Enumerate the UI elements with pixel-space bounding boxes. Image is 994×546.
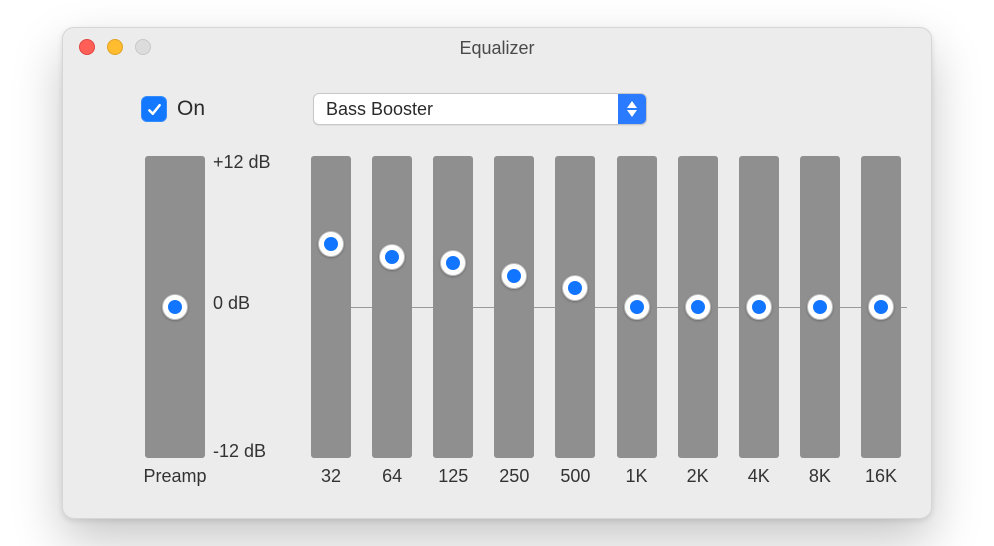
bands: 32 64 125 bbox=[311, 156, 901, 494]
band-knob[interactable] bbox=[746, 294, 772, 320]
band-label: 4K bbox=[748, 458, 770, 494]
band-4k: 4K bbox=[739, 156, 779, 494]
band-knob[interactable] bbox=[440, 250, 466, 276]
band-500: 500 bbox=[555, 156, 595, 494]
preamp-column: Preamp bbox=[145, 156, 205, 494]
titlebar: Equalizer bbox=[63, 28, 931, 68]
window-controls bbox=[79, 39, 151, 55]
band-1k: 1K bbox=[617, 156, 657, 494]
minimize-icon[interactable] bbox=[107, 39, 123, 55]
slider-area: +12 dB 0 dB -12 dB Preamp 32 bbox=[123, 156, 901, 494]
band-knob[interactable] bbox=[562, 275, 588, 301]
close-icon[interactable] bbox=[79, 39, 95, 55]
band-label: 500 bbox=[560, 458, 590, 494]
zoom-icon[interactable] bbox=[135, 39, 151, 55]
band-slider[interactable] bbox=[433, 156, 473, 458]
equalizer-window: Equalizer On Bass Booster +12 dB bbox=[62, 27, 932, 519]
band-track bbox=[311, 156, 351, 458]
band-32: 32 bbox=[311, 156, 351, 494]
band-track bbox=[494, 156, 534, 458]
on-toggle[interactable]: On bbox=[141, 96, 205, 122]
band-slider[interactable] bbox=[617, 156, 657, 458]
preamp-slider[interactable] bbox=[145, 156, 205, 458]
band-64: 64 bbox=[372, 156, 412, 494]
band-slider[interactable] bbox=[861, 156, 901, 458]
band-label: 125 bbox=[438, 458, 468, 494]
db-scale: +12 dB 0 dB -12 dB bbox=[213, 156, 293, 458]
on-label: On bbox=[177, 97, 205, 121]
preamp-label: Preamp bbox=[143, 458, 206, 494]
band-label: 250 bbox=[499, 458, 529, 494]
checkmark-icon bbox=[146, 101, 163, 118]
band-slider[interactable] bbox=[372, 156, 412, 458]
db-label-bottom: -12 dB bbox=[213, 441, 266, 462]
band-knob[interactable] bbox=[501, 263, 527, 289]
band-slider[interactable] bbox=[739, 156, 779, 458]
band-label: 1K bbox=[626, 458, 648, 494]
band-slider[interactable] bbox=[311, 156, 351, 458]
band-label: 2K bbox=[687, 458, 709, 494]
band-250: 250 bbox=[494, 156, 534, 494]
band-16k: 16K bbox=[861, 156, 901, 494]
on-checkbox[interactable] bbox=[141, 96, 167, 122]
db-label-mid: 0 dB bbox=[213, 293, 250, 314]
chevron-down-icon bbox=[627, 110, 637, 117]
band-knob[interactable] bbox=[868, 294, 894, 320]
band-track bbox=[372, 156, 412, 458]
band-slider[interactable] bbox=[800, 156, 840, 458]
band-label: 64 bbox=[382, 458, 402, 494]
preset-selected-value: Bass Booster bbox=[314, 99, 618, 120]
controls-row: On Bass Booster bbox=[63, 90, 931, 128]
band-label: 32 bbox=[321, 458, 341, 494]
band-2k: 2K bbox=[678, 156, 718, 494]
band-slider[interactable] bbox=[555, 156, 595, 458]
band-knob[interactable] bbox=[379, 244, 405, 270]
band-125: 125 bbox=[433, 156, 473, 494]
band-label: 16K bbox=[865, 458, 897, 494]
band-knob[interactable] bbox=[624, 294, 650, 320]
select-stepper[interactable] bbox=[618, 94, 646, 124]
chevron-up-icon bbox=[627, 101, 637, 108]
band-slider[interactable] bbox=[494, 156, 534, 458]
band-knob[interactable] bbox=[685, 294, 711, 320]
band-track bbox=[433, 156, 473, 458]
preset-select[interactable]: Bass Booster bbox=[313, 93, 647, 125]
band-knob[interactable] bbox=[318, 231, 344, 257]
window-title: Equalizer bbox=[459, 38, 534, 59]
db-label-top: +12 dB bbox=[213, 152, 271, 173]
band-knob[interactable] bbox=[807, 294, 833, 320]
band-label: 8K bbox=[809, 458, 831, 494]
preamp-knob[interactable] bbox=[162, 294, 188, 320]
band-8k: 8K bbox=[800, 156, 840, 494]
band-slider[interactable] bbox=[678, 156, 718, 458]
band-track bbox=[555, 156, 595, 458]
